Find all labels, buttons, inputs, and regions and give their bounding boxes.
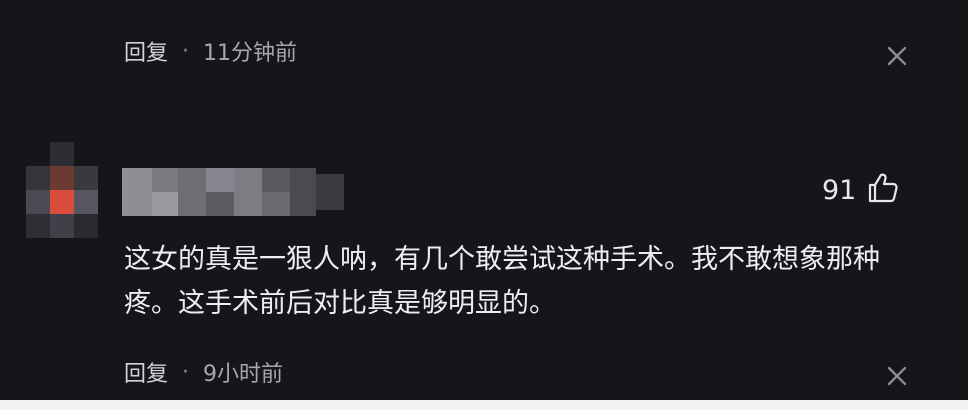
- reply-button[interactable]: 回复: [124, 356, 168, 388]
- avatar[interactable]: [26, 142, 98, 238]
- comment-actions: 回复 · 9小时前: [124, 356, 283, 388]
- meta-separator: ·: [182, 38, 190, 64]
- meta-separator: ·: [182, 359, 190, 385]
- comment-thread: 回复 · 11分钟前 91 这女的真是一狠人呐，有几个敢尝试这种手术。我不敢想象…: [0, 0, 968, 410]
- comment-text: 这女的真是一狠人呐，有几个敢尝试这种手术。我不敢想象那种疼。这手术前后对比真是够…: [124, 244, 880, 319]
- close-icon[interactable]: [884, 43, 910, 69]
- page-edge: [0, 400, 968, 410]
- comment-timestamp: 11分钟前: [203, 41, 298, 66]
- close-icon[interactable]: [884, 363, 910, 389]
- like-button[interactable]: 91: [812, 170, 900, 210]
- like-count: 91: [822, 174, 857, 206]
- previous-comment-actions: 回复 · 11分钟前: [124, 35, 297, 67]
- comment-timestamp: 9小时前: [203, 362, 284, 387]
- reply-button[interactable]: 回复: [124, 35, 168, 67]
- thumbs-up-icon: [866, 171, 900, 209]
- username-redacted[interactable]: [122, 168, 344, 216]
